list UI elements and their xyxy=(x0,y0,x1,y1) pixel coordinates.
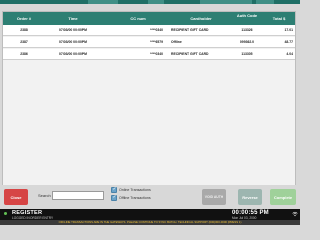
col-total[interactable]: Total $ xyxy=(265,12,293,25)
transactions-screen: Order # Time CC num Cardholder Auth Code… xyxy=(0,0,300,225)
cell-time: 07/03/00 00:00PM xyxy=(59,40,87,44)
cell-order: 2386 xyxy=(20,52,28,56)
cell-total: 48.77 xyxy=(284,40,294,44)
cell-auth: 113326 xyxy=(241,28,253,32)
online-transactions-label: Online Transactions xyxy=(119,188,151,192)
status-dot-icon xyxy=(4,212,7,215)
bottom-controls: Close Search Online Transactions Offline… xyxy=(0,185,300,209)
cell-cc: ****0340 xyxy=(150,28,163,32)
cell-cardholder: RECIPIENT GIFT CARD xyxy=(171,52,209,56)
cell-cc: ****6579 xyxy=(150,40,163,44)
cell-auth: 113305 xyxy=(241,52,253,56)
online-transactions-checkbox[interactable] xyxy=(111,186,117,193)
table-row[interactable]: 2387 07/03/00 00:00PM ****6579 Offline 0… xyxy=(3,37,295,48)
table-row[interactable]: 2388 07/03/00 00:00PM ****0340 RECIPIENT… xyxy=(3,25,295,36)
table-header: Order # Time CC num Cardholder Auth Code… xyxy=(3,12,295,25)
cell-auth: 099362.0 xyxy=(239,40,255,44)
cell-total: 17.01 xyxy=(284,28,294,32)
col-cc-num[interactable]: CC num xyxy=(113,12,163,25)
col-cardholder[interactable]: Cardholder xyxy=(171,12,231,25)
table-row[interactable]: 2386 07/03/00 00:00PM ****0340 RECIPIENT… xyxy=(3,49,295,60)
search-label: Search xyxy=(38,193,51,198)
status-footer: REGISTER LOGGED IN ORDER ENTRY 00:00:55 … xyxy=(0,209,300,225)
offline-warning-banner: OFFLINE TRANSACTIONS ARE IN THE GATEWAYS… xyxy=(0,220,300,225)
cell-time: 07/03/00 00:00PM xyxy=(59,52,87,56)
cell-time: 07/03/00 00:00PM xyxy=(59,28,87,32)
transactions-table: Order # Time CC num Cardholder Auth Code… xyxy=(2,11,296,187)
col-auth-code[interactable]: Auth Code xyxy=(233,12,261,25)
cell-cc: ****0340 xyxy=(150,52,163,56)
cell-order: 2388 xyxy=(20,28,28,32)
cell-cardholder: RECIPIENT GIFT CARD xyxy=(171,28,209,32)
search-input[interactable] xyxy=(52,191,104,200)
offline-transactions-checkbox[interactable] xyxy=(111,194,117,201)
cell-order: 2387 xyxy=(20,40,28,44)
complete-button[interactable]: Complete xyxy=(270,189,296,205)
reverse-button[interactable]: Reverse xyxy=(238,189,262,205)
col-time[interactable]: Time xyxy=(51,12,95,25)
wifi-icon[interactable] xyxy=(292,211,298,217)
col-order[interactable]: Order # xyxy=(13,12,35,25)
close-button[interactable]: Close xyxy=(4,189,28,205)
top-accent-bar xyxy=(0,0,300,4)
void-auth-button[interactable]: VOID AUTH xyxy=(202,189,226,205)
offline-transactions-label: Offline Transactions xyxy=(119,196,151,200)
cell-cardholder: Offline xyxy=(171,40,182,44)
cell-total: 4.04 xyxy=(286,52,293,56)
